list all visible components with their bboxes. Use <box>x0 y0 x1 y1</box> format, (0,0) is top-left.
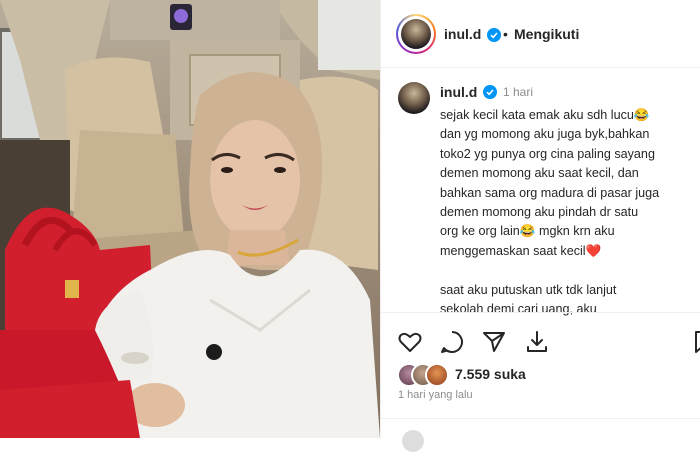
send-icon[interactable] <box>481 329 507 355</box>
likes-count[interactable]: 7.559 suka <box>455 366 526 382</box>
post-date[interactable]: 1 hari yang lalu <box>398 389 473 401</box>
likers-avatars[interactable] <box>397 363 457 387</box>
caption-avatar[interactable] <box>398 82 430 114</box>
verified-badge-icon <box>487 28 501 42</box>
comment-divider <box>381 418 700 419</box>
download-icon[interactable] <box>524 329 550 355</box>
liker-avatar <box>425 363 449 387</box>
header-username[interactable]: inul.d <box>444 26 481 42</box>
profile-avatar[interactable] <box>396 14 436 54</box>
header-separator: • <box>503 26 508 42</box>
actions-divider <box>381 312 700 313</box>
bookmark-icon[interactable] <box>690 329 700 355</box>
caption-text: sejak kecil kata emak aku sdh lucu😂 dan … <box>440 108 660 317</box>
comment-input-avatar <box>402 430 424 452</box>
caption-verified-badge-icon <box>483 85 497 99</box>
following-button[interactable]: Mengikuti <box>514 26 579 42</box>
post-photo[interactable] <box>0 0 380 438</box>
heart-icon[interactable] <box>397 329 423 355</box>
caption-username[interactable]: inul.d <box>440 84 477 100</box>
caption-time[interactable]: 1 hari <box>503 85 533 99</box>
post-photo-illustration <box>0 0 380 438</box>
comment-icon[interactable] <box>439 329 465 355</box>
